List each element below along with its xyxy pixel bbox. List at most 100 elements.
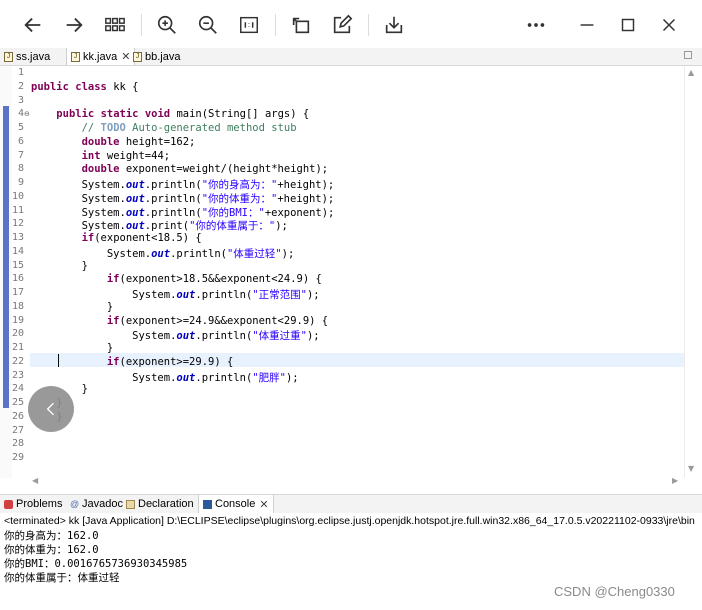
line-number: 9 xyxy=(17,177,24,188)
line-number: 8 xyxy=(17,163,24,175)
tab-javadoc[interactable]: @ Javadoc xyxy=(70,495,123,513)
code-line: if(exponent>=29.9) { xyxy=(106,355,234,368)
tab-close-icon[interactable]: ✕ xyxy=(121,50,130,63)
maximize-icon[interactable] xyxy=(613,10,643,40)
line-number: 11 xyxy=(11,204,24,216)
toolbar-divider xyxy=(275,14,276,36)
grid-view-icon[interactable] xyxy=(100,10,130,40)
line-number: 23 xyxy=(11,369,24,381)
line-number: 12 xyxy=(11,218,24,230)
scroll-right-icon[interactable]: ▶ xyxy=(672,476,678,485)
watermark: CSDN @Cheng0330 xyxy=(554,584,675,599)
code-line: System.out.println("体重过重"); xyxy=(31,330,320,343)
line-number: 14 xyxy=(11,245,24,257)
declaration-icon xyxy=(126,499,135,509)
code-line: System.out.println("体重过轻"); xyxy=(31,247,295,260)
terminated-label: <terminated> kk [Java Application] D:\EC… xyxy=(4,515,695,527)
scroll-up-icon[interactable]: ▲ xyxy=(688,68,694,77)
tab-declaration[interactable]: Declaration xyxy=(126,495,194,513)
code-line: System.out.println("你的体重为："+height); xyxy=(31,192,335,205)
line-number: 16 xyxy=(11,273,24,285)
line-number: 22 xyxy=(11,355,24,367)
tab-label: kk.java xyxy=(83,50,118,63)
java-file-icon: J xyxy=(4,51,13,62)
zoom-out-icon[interactable] xyxy=(193,10,223,40)
editor-tab-bar: J ss.java J kk.java ✕ J bb.java xyxy=(0,48,702,66)
code-line: System.out.println("你的BMI："+exponent); xyxy=(31,206,335,219)
code-line: } xyxy=(31,259,88,272)
line-number: 10 xyxy=(11,190,24,202)
close-icon[interactable] xyxy=(654,10,684,40)
tab-ss-java[interactable]: J ss.java xyxy=(4,48,50,65)
code-line: if(exponent>18.5&&exponent<24.9) { xyxy=(106,273,322,286)
console-output-line: 你的BMI：0.0016765736930345985 xyxy=(4,558,188,570)
edit-icon[interactable] xyxy=(327,10,357,40)
line-number: 7 xyxy=(17,149,24,161)
tab-problems[interactable]: Problems xyxy=(4,495,62,513)
text-caret xyxy=(58,354,59,367)
console-output-line: 你的体重为：162.0 xyxy=(4,544,99,556)
change-marker xyxy=(3,106,9,408)
tab-close-icon[interactable]: ✕ xyxy=(259,498,268,511)
tab-bb-java[interactable]: J bb.java xyxy=(133,48,180,65)
code-line: double exponent=weight/(height*height); xyxy=(81,163,329,176)
back-arrow-icon[interactable] xyxy=(18,10,48,40)
line-number: 3 xyxy=(17,94,24,106)
code-line: if(exponent<18.5) { xyxy=(81,232,202,244)
toolbar-divider xyxy=(141,14,142,36)
zoom-in-icon[interactable] xyxy=(152,10,182,40)
tab-console[interactable]: Console ✕ xyxy=(198,495,274,513)
code-line: } xyxy=(31,342,114,354)
line-number: 17 xyxy=(11,287,24,298)
code-editor[interactable]: 1 2 public class kk {3 4 ⊖ public static voi… xyxy=(0,66,702,485)
code-line: public static void main(String[] args) { xyxy=(56,108,310,121)
line-number: 19 xyxy=(11,314,24,326)
previous-image-button[interactable] xyxy=(28,386,74,432)
line-number: 15 xyxy=(11,259,24,271)
line-number: 6 xyxy=(17,135,24,147)
code-line: System.out.println("你的身高为："+height); xyxy=(31,179,335,191)
java-file-icon: J xyxy=(71,51,80,62)
line-number: 4 xyxy=(17,108,24,120)
code-line: // TODO Auto-generated method stub xyxy=(81,122,297,134)
code-line: System.out.print("你的体重属于："); xyxy=(31,220,288,233)
javadoc-icon: @ xyxy=(70,498,80,509)
viewer-toolbar xyxy=(0,0,702,50)
tab-label: Declaration xyxy=(138,498,194,510)
console-output-line: 你的体重属于：体重过轻 xyxy=(4,572,120,584)
fold-toggle-icon[interactable]: ⊖ xyxy=(24,110,30,118)
minimize-icon[interactable] xyxy=(572,10,602,40)
tab-label: ss.java xyxy=(16,50,51,63)
code-line: } xyxy=(31,300,114,313)
forward-arrow-icon[interactable] xyxy=(59,10,89,40)
bottom-view-tabs: Problems @ Javadoc Declaration Console ✕ xyxy=(0,494,702,514)
line-number: 18 xyxy=(11,300,24,312)
actual-size-icon[interactable] xyxy=(234,10,264,40)
line-number: 13 xyxy=(11,232,24,243)
download-icon[interactable] xyxy=(379,10,409,40)
line-number: 2 xyxy=(17,80,24,92)
code-line: if(exponent>=24.9&&exponent<29.9) { xyxy=(106,314,329,327)
vertical-scrollbar[interactable]: ▲ ▼ xyxy=(684,66,699,478)
line-number: 28 xyxy=(11,438,24,450)
line-number: 20 xyxy=(11,328,24,340)
code-line: System.out.println("肥胖"); xyxy=(31,371,299,384)
line-number: 1 xyxy=(17,67,24,78)
line-number: 26 xyxy=(11,410,24,422)
console-output-line: 你的身高为：162.0 xyxy=(4,530,99,542)
line-number: 5 xyxy=(17,122,24,133)
horizontal-scrollbar[interactable]: ◀ ▶ xyxy=(28,476,684,488)
code-line: int weight=44; xyxy=(81,149,171,162)
problems-icon xyxy=(4,499,13,509)
scroll-down-icon[interactable]: ▼ xyxy=(688,464,694,473)
scroll-left-icon[interactable]: ◀ xyxy=(32,476,38,485)
java-file-icon: J xyxy=(133,51,142,62)
maximize-view-icon[interactable] xyxy=(684,51,692,59)
code-line: public class kk { xyxy=(31,80,139,93)
rotate-icon[interactable] xyxy=(286,10,316,40)
more-icon[interactable] xyxy=(521,10,551,40)
line-number: 27 xyxy=(11,424,24,436)
tab-kk-java[interactable]: J kk.java ✕ xyxy=(66,48,136,65)
tab-label: bb.java xyxy=(145,50,181,63)
line-number: 29 xyxy=(11,452,24,463)
